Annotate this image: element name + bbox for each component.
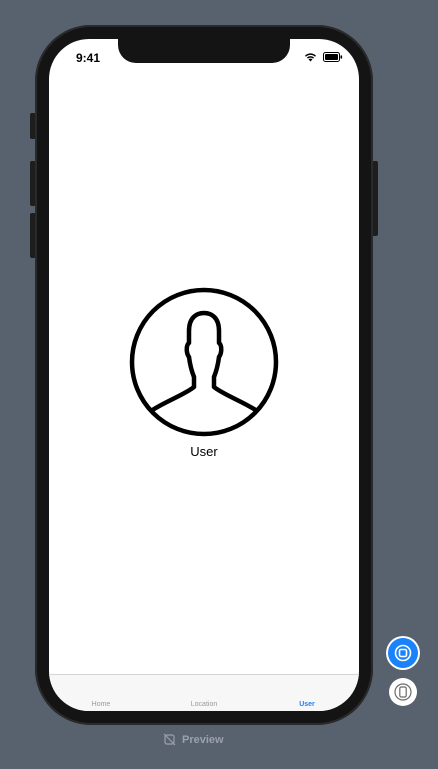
preview-label: Preview bbox=[163, 733, 224, 746]
tab-user[interactable]: User bbox=[267, 701, 347, 708]
live-preview-button[interactable] bbox=[388, 638, 418, 668]
device-icon bbox=[394, 683, 412, 701]
tab-location[interactable]: Location bbox=[164, 701, 244, 708]
device-screen: 9:41 User Home Location User bbox=[49, 39, 359, 711]
status-time: 9:41 bbox=[76, 51, 101, 65]
preview-label-text: Preview bbox=[182, 733, 224, 746]
live-preview-icon bbox=[394, 644, 412, 662]
notch bbox=[118, 39, 290, 63]
tab-home[interactable]: Home bbox=[61, 701, 141, 708]
wifi-icon bbox=[305, 53, 316, 62]
user-label: User bbox=[190, 444, 218, 459]
xcode-preview-canvas: 9:41 User Home Location User Preview bbox=[0, 0, 438, 769]
battery-icon bbox=[323, 52, 343, 62]
preview-disabled-icon bbox=[163, 733, 176, 746]
preview-on-device-button[interactable] bbox=[389, 678, 417, 706]
user-silhouette-icon bbox=[129, 287, 279, 437]
status-icons bbox=[304, 52, 343, 62]
avatar bbox=[129, 287, 279, 437]
tab-bar: Home Location User bbox=[49, 674, 359, 711]
